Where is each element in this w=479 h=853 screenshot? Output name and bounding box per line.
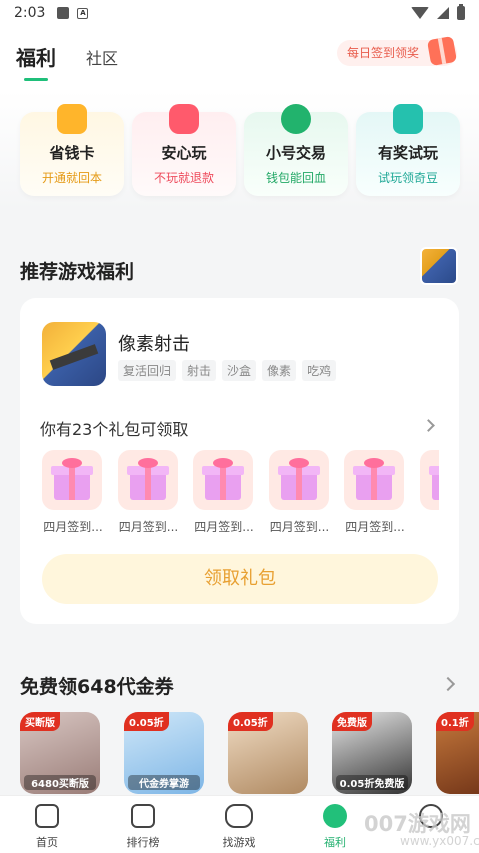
- gift-label: 四月签到...: [43, 520, 103, 534]
- feature-title: 安心玩: [161, 144, 207, 162]
- gift-box-icon: [393, 104, 423, 134]
- gift-label: 四月签到...: [194, 520, 254, 534]
- voucher-game-tile[interactable]: 买断版 6480买断版: [20, 712, 100, 794]
- wallet-icon: [57, 104, 87, 134]
- gift-box-icon: [268, 450, 329, 510]
- daily-checkin-button[interactable]: 每日签到领奖: [336, 35, 458, 67]
- feature-subtitle: 试玩领奇豆: [377, 171, 438, 185]
- feature-subtitle: 开通就回本: [41, 171, 102, 185]
- voucher-game-tile[interactable]: 0.05折: [228, 712, 308, 794]
- chevron-right-icon[interactable]: [422, 419, 435, 432]
- nav-home[interactable]: 首页: [12, 804, 82, 850]
- game-caption: 0.05折免费版: [336, 775, 408, 790]
- gift-count-link[interactable]: 你有23个礼包可领取: [40, 416, 188, 440]
- feature-subtitle: 不玩就退款: [153, 171, 214, 185]
- gift-item[interactable]: 四月签到...: [268, 450, 331, 535]
- yuan-coin-icon: [281, 104, 311, 134]
- voucher-game-tile[interactable]: 免费版 0.05折免费版: [332, 712, 412, 794]
- gamepad-heart-icon: [169, 104, 199, 134]
- signal-icon: [437, 7, 449, 19]
- status-time: 2:03: [14, 5, 46, 21]
- nav-find-games[interactable]: 找游戏: [204, 804, 274, 850]
- discount-badge: 免费版: [332, 712, 372, 731]
- game-tag: 射击: [182, 360, 217, 381]
- gift-box-icon: [419, 450, 439, 510]
- gift-box-icon: [42, 450, 102, 510]
- feature-title: 小号交易: [265, 144, 326, 162]
- game-tag: 沙盒: [222, 360, 257, 381]
- active-tab-indicator: [24, 78, 48, 81]
- nav-ranking[interactable]: 排行榜: [108, 804, 178, 850]
- game-caption: 代金券掌游: [128, 775, 200, 790]
- nav-label: 首页: [36, 836, 58, 849]
- battery-icon: [457, 4, 465, 20]
- gift-box-icon: [193, 450, 253, 510]
- gift-label: 四月签到...: [118, 520, 179, 534]
- feature-subtitle: 钱包能回血: [265, 171, 326, 185]
- tab-welfare[interactable]: 福利: [16, 42, 56, 71]
- recommended-game-thumbnail[interactable]: [420, 247, 458, 285]
- gift-label: 四月签到...: [345, 520, 405, 534]
- feature-card-safe-play[interactable]: 安心玩 不玩就退款: [132, 104, 236, 196]
- feature-cards: 省钱卡 开通就回本 安心玩 不玩就退款 小号交易 钱包能回血 有奖试玩 试玩领奇…: [20, 104, 460, 196]
- voucher-game-tile[interactable]: 0.1折: [436, 712, 479, 794]
- status-bar: 2:03 A: [0, 0, 479, 26]
- app-notification-icon: A: [77, 7, 89, 19]
- game-tags: 复活回归 射击 沙盒 像素 吃鸡: [118, 360, 337, 381]
- game-icon[interactable]: [42, 322, 106, 386]
- gift-item[interactable]: 四月签到...: [193, 450, 255, 535]
- voucher-game-list: 买断版 6480买断版 0.05折 代金券掌游 0.05折 免费版 0.05折免…: [20, 712, 479, 794]
- nav-welfare[interactable]: 福利: [300, 804, 370, 850]
- gift-list: 四月签到... 四月签到... 四月签到... 四月签到... 四月签到... …: [42, 450, 439, 540]
- top-header: 福利 社区 每日签到领奖: [0, 26, 479, 90]
- game-name[interactable]: 像素射击: [118, 330, 190, 356]
- nav-label: 排行榜: [126, 836, 160, 849]
- discount-badge: 0.05折: [124, 712, 169, 731]
- game-tag: 复活回归: [118, 360, 177, 381]
- discount-badge: 买断版: [20, 712, 60, 731]
- gift-item[interactable]: 四月签到...: [42, 450, 104, 535]
- voucher-section-title: 免费领648代金券: [20, 676, 174, 698]
- voucher-game-tile[interactable]: 0.05折 代金券掌游: [124, 712, 204, 794]
- gift-box-icon: [344, 450, 404, 510]
- gift-label: 四月签到...: [269, 520, 330, 534]
- nav-label: 找游戏: [222, 836, 256, 849]
- feature-title: 省钱卡: [49, 144, 95, 162]
- home-icon: [35, 804, 59, 828]
- ranking-icon: [131, 804, 155, 828]
- recommend-section-title: 推荐游戏福利: [20, 261, 135, 283]
- gift-icon: [426, 35, 458, 67]
- feature-card-savings[interactable]: 省钱卡 开通就回本: [20, 104, 124, 196]
- tab-community[interactable]: 社区: [86, 45, 118, 69]
- wifi-icon: [411, 7, 429, 19]
- feature-title: 有奖试玩: [377, 144, 438, 162]
- discount-badge: 0.05折: [228, 712, 273, 731]
- game-caption: 6480买断版: [24, 775, 96, 790]
- checkin-label: 每日签到领奖: [346, 46, 419, 60]
- game-tag: 吃鸡: [302, 360, 337, 381]
- watermark-url: www.yx007.com: [400, 834, 479, 848]
- discount-badge: 0.1折: [436, 712, 474, 731]
- game-welfare-card: 像素射击 复活回归 射击 沙盒 像素 吃鸡 你有23个礼包可领取 四月签到...…: [20, 298, 459, 624]
- gift-item[interactable]: 四月: [419, 450, 439, 535]
- gamepad-icon: [225, 804, 253, 828]
- gift-item[interactable]: 四月签到...: [344, 450, 406, 535]
- notification-icon: [57, 7, 70, 19]
- claim-gift-button[interactable]: 领取礼包: [42, 554, 438, 604]
- gift-label: 四月: [420, 518, 439, 535]
- gift-item[interactable]: 四月签到...: [117, 450, 180, 535]
- nav-label: 福利: [324, 836, 346, 849]
- feature-card-trial-play[interactable]: 有奖试玩 试玩领奇豆: [356, 104, 460, 196]
- gift-box-icon: [117, 450, 178, 510]
- game-tag: 像素: [262, 360, 297, 381]
- planet-icon: [323, 804, 347, 828]
- chevron-right-icon[interactable]: [440, 676, 456, 692]
- feature-card-account-trade[interactable]: 小号交易 钱包能回血: [244, 104, 348, 196]
